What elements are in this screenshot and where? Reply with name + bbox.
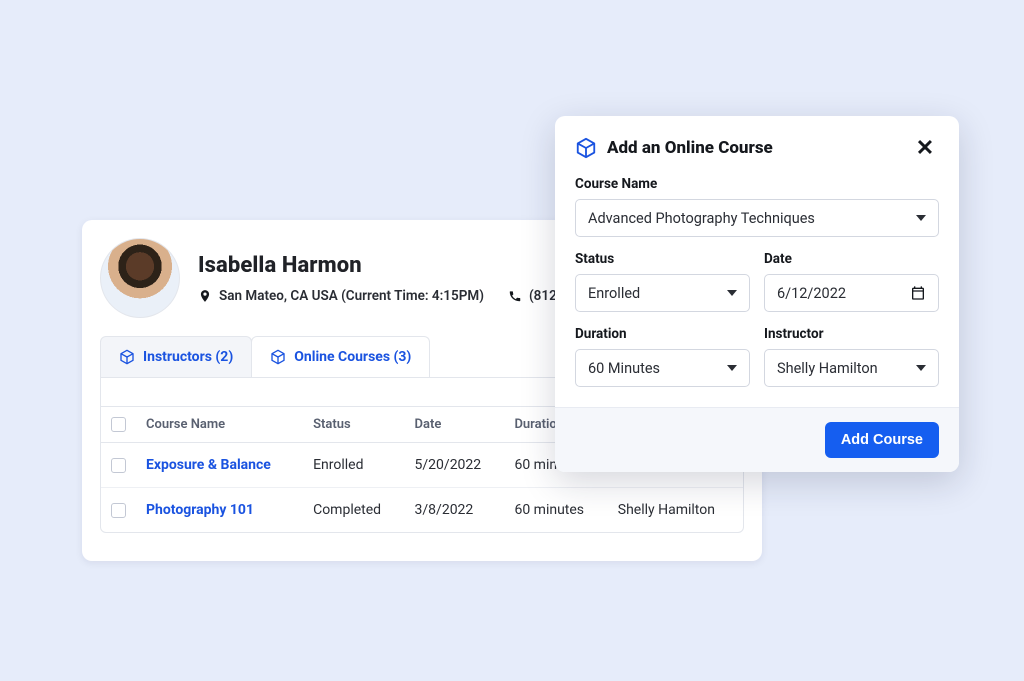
dialog-footer: Add Course — [555, 407, 959, 472]
cell-date: 3/8/2022 — [405, 488, 505, 533]
tab-online-courses-label: Online Courses (3) — [294, 349, 411, 365]
add-course-dialog: Add an Online Course ✕ Course Name Advan… — [555, 116, 959, 472]
duration-value: 60 Minutes — [588, 360, 660, 377]
row-checkbox[interactable] — [111, 458, 126, 473]
course-link[interactable]: Photography 101 — [146, 502, 254, 518]
course-link[interactable]: Exposure & Balance — [146, 457, 271, 473]
status-value: Enrolled — [588, 285, 640, 302]
chevron-down-icon — [916, 365, 926, 371]
field-instructor: Instructor Shelly Hamilton — [764, 326, 939, 387]
course-name-value: Advanced Photography Techniques — [588, 210, 815, 227]
profile-meta: San Mateo, CA USA (Current Time: 4:15PM)… — [198, 288, 573, 304]
cube-icon — [270, 349, 286, 365]
status-select[interactable]: Enrolled — [575, 274, 750, 312]
label-status: Status — [575, 251, 750, 267]
chevron-down-icon — [916, 215, 926, 221]
close-icon: ✕ — [916, 137, 934, 159]
col-status: Status — [303, 407, 404, 443]
avatar — [100, 238, 180, 318]
chevron-down-icon — [727, 365, 737, 371]
row-checkbox[interactable] — [111, 503, 126, 518]
date-value: 6/12/2022 — [777, 285, 846, 302]
date-input[interactable]: 6/12/2022 — [764, 274, 939, 312]
col-checkbox — [101, 407, 136, 443]
course-name-select[interactable]: Advanced Photography Techniques — [575, 199, 939, 237]
chevron-down-icon — [727, 290, 737, 296]
add-course-button[interactable]: Add Course — [825, 422, 939, 458]
label-date: Date — [764, 251, 939, 267]
tab-instructors-label: Instructors (2) — [143, 349, 233, 365]
field-status: Status Enrolled — [575, 251, 750, 312]
field-course-name: Course Name Advanced Photography Techniq… — [575, 176, 939, 237]
cube-icon — [575, 137, 597, 159]
duration-select[interactable]: 60 Minutes — [575, 349, 750, 387]
cell-status: Completed — [303, 488, 404, 533]
location-pin-icon — [198, 289, 212, 303]
close-button[interactable]: ✕ — [911, 134, 939, 162]
field-duration: Duration 60 Minutes — [575, 326, 750, 387]
col-course-name: Course Name — [136, 407, 303, 443]
cell-instructor: Shelly Hamilton — [608, 488, 743, 533]
label-course-name: Course Name — [575, 176, 939, 192]
profile-info: Isabella Harmon San Mateo, CA USA (Curre… — [198, 253, 573, 304]
profile-location: San Mateo, CA USA (Current Time: 4:15PM) — [198, 288, 484, 304]
tab-online-courses[interactable]: Online Courses (3) — [251, 336, 430, 377]
label-instructor: Instructor — [764, 326, 939, 342]
cube-icon — [119, 349, 135, 365]
dialog-header: Add an Online Course ✕ — [555, 116, 959, 166]
col-date: Date — [405, 407, 505, 443]
field-date: Date 6/12/2022 — [764, 251, 939, 312]
select-all-checkbox[interactable] — [111, 417, 126, 432]
dialog-title: Add an Online Course — [607, 138, 901, 158]
profile-name: Isabella Harmon — [198, 253, 573, 278]
dialog-body: Course Name Advanced Photography Techniq… — [555, 166, 959, 407]
profile-location-text: San Mateo, CA USA (Current Time: 4:15PM) — [219, 288, 484, 304]
instructor-value: Shelly Hamilton — [777, 360, 878, 377]
label-duration: Duration — [575, 326, 750, 342]
cell-date: 5/20/2022 — [405, 443, 505, 488]
instructor-select[interactable]: Shelly Hamilton — [764, 349, 939, 387]
tab-instructors[interactable]: Instructors (2) — [100, 336, 252, 377]
calendar-icon — [910, 285, 926, 301]
table-row: Photography 101 Completed 3/8/2022 60 mi… — [101, 488, 743, 533]
cell-duration: 60 minutes — [504, 488, 607, 533]
cell-status: Enrolled — [303, 443, 404, 488]
phone-icon — [508, 289, 522, 303]
